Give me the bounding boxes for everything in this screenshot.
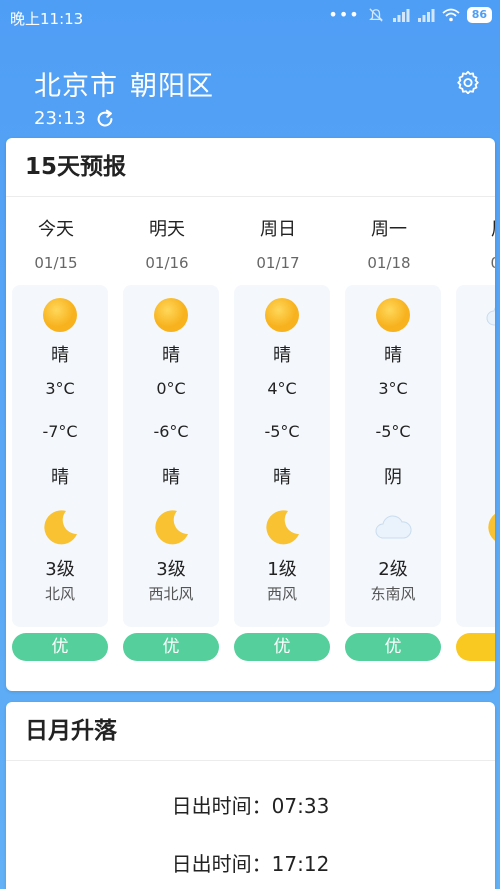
status-icons: ••• 86 — [328, 7, 492, 23]
forecast-title: 15天预报 — [6, 138, 495, 197]
aqi-badge: 优 — [12, 633, 108, 661]
night-condition: 晴 — [273, 467, 291, 488]
night-condition: 晴 — [51, 467, 69, 488]
district-name: 朝阳区 — [130, 71, 214, 102]
sun-icon — [151, 295, 191, 335]
forecast-days[interactable]: 今天 01/15 晴 3°C -7°C 晴 3级北风优 明天 01/16 晴 0°C -6°C 晴 3级西… — [6, 197, 495, 691]
high-temp: 3°C — [45, 379, 75, 398]
moon-icon — [262, 508, 302, 548]
night-condition: 晴 — [162, 467, 180, 488]
day-panel: 晴 3°C -5°C 阴 2级东南风 — [345, 285, 441, 627]
sunrise-time: 日出时间：07:33 — [171, 794, 330, 818]
status-bar: 晚上11:13 ••• 86 — [0, 0, 500, 34]
day-condition: 晴 — [162, 345, 180, 366]
moon-icon — [151, 508, 191, 548]
battery-icon: 86 — [466, 7, 492, 23]
wind-direction: 东南风 — [370, 585, 416, 603]
high-temp: 4°C — [267, 379, 297, 398]
status-time: 晚上11:13 — [10, 10, 84, 28]
sunset-time: 日出时间：17:12 — [171, 852, 330, 876]
day-label: 周一 — [371, 219, 407, 240]
aqi-badge: 优 — [345, 633, 441, 661]
wind-direction: 西风 — [266, 585, 297, 603]
wind-level: 1级 — [267, 559, 297, 580]
day-date: 01 — [450, 254, 495, 272]
wind-direction: 西北风 — [148, 585, 194, 603]
high-temp: 0°C — [156, 379, 186, 398]
forecast-day[interactable]: 周一 01/18 晴 3°C -5°C 阴 2级东南风优 — [339, 197, 441, 691]
low-temp: -6°C — [153, 422, 189, 441]
update-time: 23:13 — [34, 108, 86, 129]
city-name: 北京市 — [34, 71, 118, 102]
day-condition: 晴 — [384, 345, 402, 366]
settings-icon[interactable] — [456, 70, 480, 94]
sun-icon — [40, 295, 80, 335]
moon-icon — [40, 508, 80, 548]
day-date: 01/15 — [34, 254, 78, 272]
day-label: 周日 — [260, 219, 296, 240]
high-temp: - — [456, 379, 495, 398]
day-date: 01/18 — [367, 254, 411, 272]
wind-level: 3级 — [45, 559, 75, 580]
refresh-icon[interactable] — [94, 108, 116, 130]
forecast-card: 15天预报 今天 01/15 晴 3°C -7°C 晴 3级北风优 明天 01/16 晴 0°C -6… — [6, 138, 495, 691]
aqi-badge: 优 — [123, 633, 219, 661]
sun-moon-title: 日月升落 — [6, 702, 495, 761]
cloud-icon — [484, 295, 495, 335]
sun-moon-card: 日月升落 日出时间：07:33 日出时间：17:12 — [6, 702, 495, 889]
cloud-icon — [373, 508, 413, 548]
day-date: 01/17 — [256, 254, 300, 272]
wind-level: 1 — [456, 555, 495, 576]
sun-icon — [262, 295, 302, 335]
mute-bell-icon — [368, 8, 383, 22]
wind-level: 2级 — [378, 559, 408, 580]
aqi-badge: 优 — [234, 633, 330, 661]
wind-level: 3级 — [156, 559, 186, 580]
day-condition: 晴 — [51, 345, 69, 366]
day-panel: 晴 0°C -6°C 晴 3级西北风 — [123, 285, 219, 627]
more-dots-icon: ••• — [328, 5, 360, 24]
low-temp: - — [456, 422, 495, 441]
low-temp: -5°C — [375, 422, 411, 441]
day-date: 01/16 — [145, 254, 189, 272]
aqi-badge — [456, 633, 495, 661]
night-condition: 阴 — [384, 467, 402, 488]
day-label: 明天 — [149, 219, 185, 240]
signal-icon — [417, 9, 435, 22]
day-panel: 晴 3°C -7°C 晴 3级北风 — [12, 285, 108, 627]
location-title[interactable]: 北京市 朝阳区 — [34, 64, 226, 103]
signal-icon — [392, 9, 410, 22]
day-label: 今天 — [38, 219, 74, 240]
forecast-day[interactable]: 今天 01/15 晴 3°C -7°C 晴 3级北风优 — [6, 197, 108, 691]
low-temp: -7°C — [42, 422, 78, 441]
day-label: 周 — [450, 215, 495, 241]
day-panel: - - 1 东 — [456, 285, 495, 627]
moon-icon — [484, 508, 495, 548]
forecast-day[interactable]: 明天 01/16 晴 0°C -6°C 晴 3级西北风优 — [117, 197, 219, 691]
forecast-day[interactable]: 周 01 - - 1 东 — [450, 197, 495, 691]
sun-icon — [373, 295, 413, 335]
wifi-icon — [442, 8, 460, 22]
forecast-day[interactable]: 周日 01/17 晴 4°C -5°C 晴 1级西风优 — [228, 197, 330, 691]
wind-direction: 北风 — [44, 585, 75, 603]
day-condition: 晴 — [273, 345, 291, 366]
wind-direction: 东 — [456, 583, 495, 604]
day-panel: 晴 4°C -5°C 晴 1级西风 — [234, 285, 330, 627]
low-temp: -5°C — [264, 422, 300, 441]
high-temp: 3°C — [378, 379, 408, 398]
